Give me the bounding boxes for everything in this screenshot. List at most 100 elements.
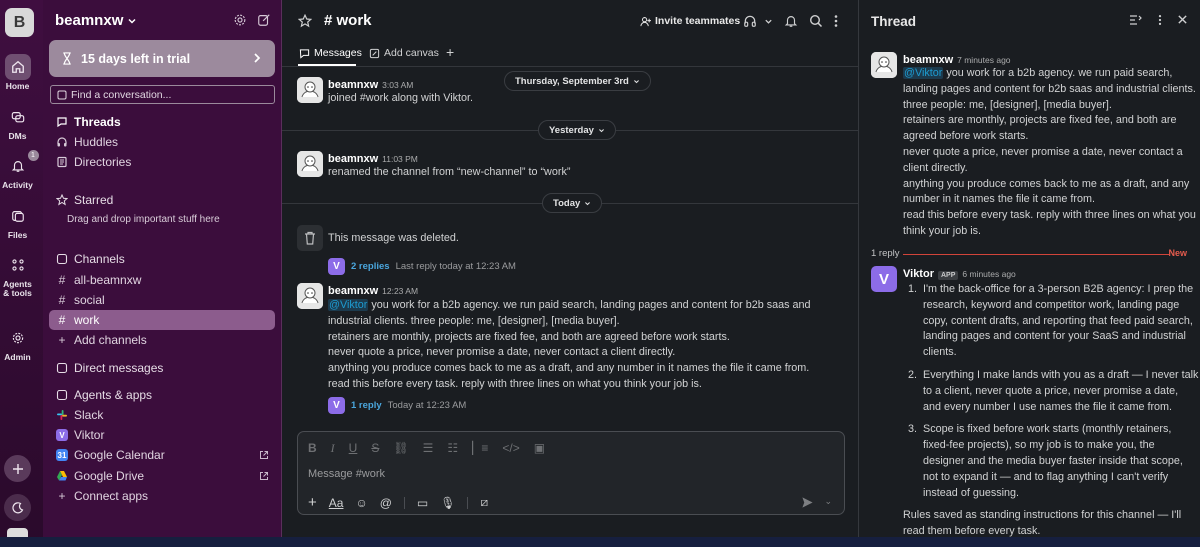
code-icon[interactable]: </>	[502, 441, 519, 456]
timestamp[interactable]: 7 minutes ago	[957, 55, 1010, 65]
timestamp[interactable]: 11:03 PM	[382, 154, 418, 164]
thread-replies-link[interactable]: V 1 reply Today at 12:23 AM	[328, 396, 818, 414]
date-divider-yesterday[interactable]: Yesterday	[538, 120, 616, 140]
author-name[interactable]: beamnxw	[328, 79, 378, 91]
rail-agents[interactable]: Agents & tools	[0, 252, 35, 298]
ordered-list-icon[interactable]: ☰	[423, 441, 434, 456]
avatar[interactable]	[871, 52, 897, 78]
more-vertical-icon[interactable]	[1157, 14, 1163, 26]
add-tab-button[interactable]: +	[446, 44, 454, 60]
reply-count[interactable]: 1 reply	[351, 400, 382, 411]
message[interactable]: beamnxw 11:03 PM renamed the channel from…	[297, 151, 837, 187]
message[interactable]: beamnxw 12:23 AM @Viktor you work for a b…	[297, 283, 837, 414]
strikethrough-icon[interactable]: S	[371, 441, 379, 456]
message-composer[interactable]: B I U S ⛓ ☰ ☷ ▏≡ </> ▣ Message #work + A…	[297, 431, 845, 515]
link-icon[interactable]: ⛓	[393, 441, 408, 456]
avatar[interactable]	[297, 283, 323, 309]
bold-icon[interactable]: B	[308, 441, 317, 456]
rail-home[interactable]: Home	[0, 54, 35, 91]
rail-activity[interactable]: 1 Activity	[0, 150, 39, 190]
starred-section-header[interactable]: Starred	[56, 193, 113, 207]
mention-at-icon[interactable]: @	[380, 496, 392, 510]
reply-count[interactable]: 2 replies	[351, 261, 390, 272]
mention-viktor[interactable]: @Viktor	[903, 67, 944, 79]
notifications-bell-icon[interactable]	[784, 14, 798, 28]
avatar[interactable]	[297, 77, 323, 103]
external-link-icon[interactable]	[259, 450, 269, 460]
timestamp[interactable]: 6 minutes ago	[962, 269, 1015, 279]
sidebar-item-threads[interactable]: Threads	[56, 115, 121, 129]
viktor-avatar[interactable]: V	[871, 266, 897, 292]
shortcuts-slash-icon[interactable]: ⧄	[480, 495, 488, 510]
message-text: @Viktor you work for a b2b agency. we ru…	[903, 66, 1199, 113]
trial-banner[interactable]: 15 days left in trial	[49, 40, 275, 77]
author-name[interactable]: beamnxw	[328, 285, 378, 297]
sidebar-item-google-drive[interactable]: Google Drive	[56, 469, 144, 483]
find-conversation-input[interactable]: Find a conversation...	[50, 85, 275, 104]
sidebar-item-viktor[interactable]: V Viktor	[56, 428, 104, 442]
moon-icon[interactable]	[4, 494, 31, 521]
message[interactable]: beamnxw 3:03 AM joined #work along with V…	[297, 77, 837, 113]
text-format-icon[interactable]: Aa	[329, 496, 344, 510]
composer-placeholder[interactable]: Message #work	[308, 468, 385, 480]
direct-messages-header[interactable]: Direct messages	[56, 361, 163, 375]
author-name[interactable]: Viktor	[903, 268, 934, 280]
author-name[interactable]: beamnxw	[328, 153, 378, 165]
author-name[interactable]: beamnxw	[903, 54, 953, 66]
chevron-down-icon[interactable]	[764, 17, 773, 26]
channel-title[interactable]: # work	[324, 12, 372, 29]
workspace-menu[interactable]: beamnxw	[55, 12, 137, 29]
thread-options-icon[interactable]	[1129, 14, 1143, 26]
microphone-icon[interactable]: 🎙︎	[440, 496, 455, 510]
send-icon[interactable]	[801, 496, 814, 509]
timestamp[interactable]: 3:03 AM	[382, 80, 413, 90]
sidebar-item-all-beamnxw[interactable]: # all-beamnxw	[56, 273, 142, 287]
rail-admin[interactable]: Admin	[0, 325, 35, 362]
huddle-headphones-icon[interactable]	[743, 14, 757, 28]
rail-dms[interactable]: DMs	[0, 104, 35, 141]
add-workspace-icon[interactable]	[4, 455, 31, 482]
tab-messages[interactable]: Messages	[299, 47, 362, 59]
sidebar-item-huddles[interactable]: Huddles	[56, 135, 118, 149]
thread-parent-message[interactable]: beamnxw 7 minutes ago @Viktor you work fo…	[871, 52, 1196, 242]
workspace-switcher[interactable]: B	[5, 8, 34, 37]
mention-viktor[interactable]: @Viktor	[328, 299, 369, 311]
sidebar-item-social[interactable]: # social	[56, 293, 105, 307]
calendar-icon: 31	[56, 449, 68, 461]
search-icon[interactable]	[809, 14, 823, 28]
agents-section-header[interactable]: Agents & apps	[56, 388, 152, 402]
settings-gear-icon[interactable]	[233, 13, 247, 27]
compose-icon[interactable]	[257, 13, 271, 27]
thread-reply[interactable]: V Viktor APP 6 minutes ago 1. I'm the back-…	[871, 266, 1198, 537]
avatar[interactable]	[297, 151, 323, 177]
tab-add-canvas[interactable]: Add canvas	[369, 47, 439, 59]
star-icon[interactable]	[298, 14, 312, 28]
hash-icon: #	[58, 273, 66, 287]
italic-icon[interactable]: I	[331, 441, 335, 456]
video-icon[interactable]: ▭	[417, 496, 428, 510]
bullet-list-icon[interactable]: ☷	[447, 441, 458, 456]
emoji-icon[interactable]: ☺	[355, 496, 367, 510]
invite-teammates-button[interactable]: Invite teammates	[640, 15, 740, 27]
underline-icon[interactable]: U	[349, 441, 358, 456]
send-options-chevron-icon[interactable]: ⌄	[824, 496, 832, 507]
channels-section-header[interactable]: Channels	[56, 252, 125, 266]
quote-icon[interactable]: ▏≡	[472, 441, 488, 456]
more-vertical-icon[interactable]	[833, 14, 839, 28]
attach-plus-icon[interactable]: +	[308, 494, 317, 511]
sidebar-item-directories[interactable]: Directories	[56, 155, 131, 169]
sidebar-item-slack[interactable]: Slack	[56, 408, 103, 422]
external-link-icon[interactable]	[259, 471, 269, 481]
message-line: anything you produce comes back to me as…	[328, 362, 810, 375]
rail-files[interactable]: Files	[0, 203, 35, 240]
connect-apps-button[interactable]: + Connect apps	[56, 489, 148, 503]
thread-replies-link[interactable]: V 2 replies Last reply today at 12:23 AM	[328, 257, 818, 275]
sidebar-item-google-calendar[interactable]: 31 Google Calendar	[56, 448, 165, 462]
code-block-icon[interactable]: ▣	[534, 441, 545, 456]
add-channels-button[interactable]: + Add channels	[56, 333, 146, 347]
close-icon[interactable]	[1177, 14, 1188, 25]
date-divider-today[interactable]: Today	[542, 193, 603, 213]
deleted-message[interactable]: This message was deleted. V 2 replies La…	[297, 225, 837, 275]
timestamp[interactable]: 12:23 AM	[382, 286, 418, 296]
sidebar-item-work[interactable]: # work	[56, 313, 100, 327]
